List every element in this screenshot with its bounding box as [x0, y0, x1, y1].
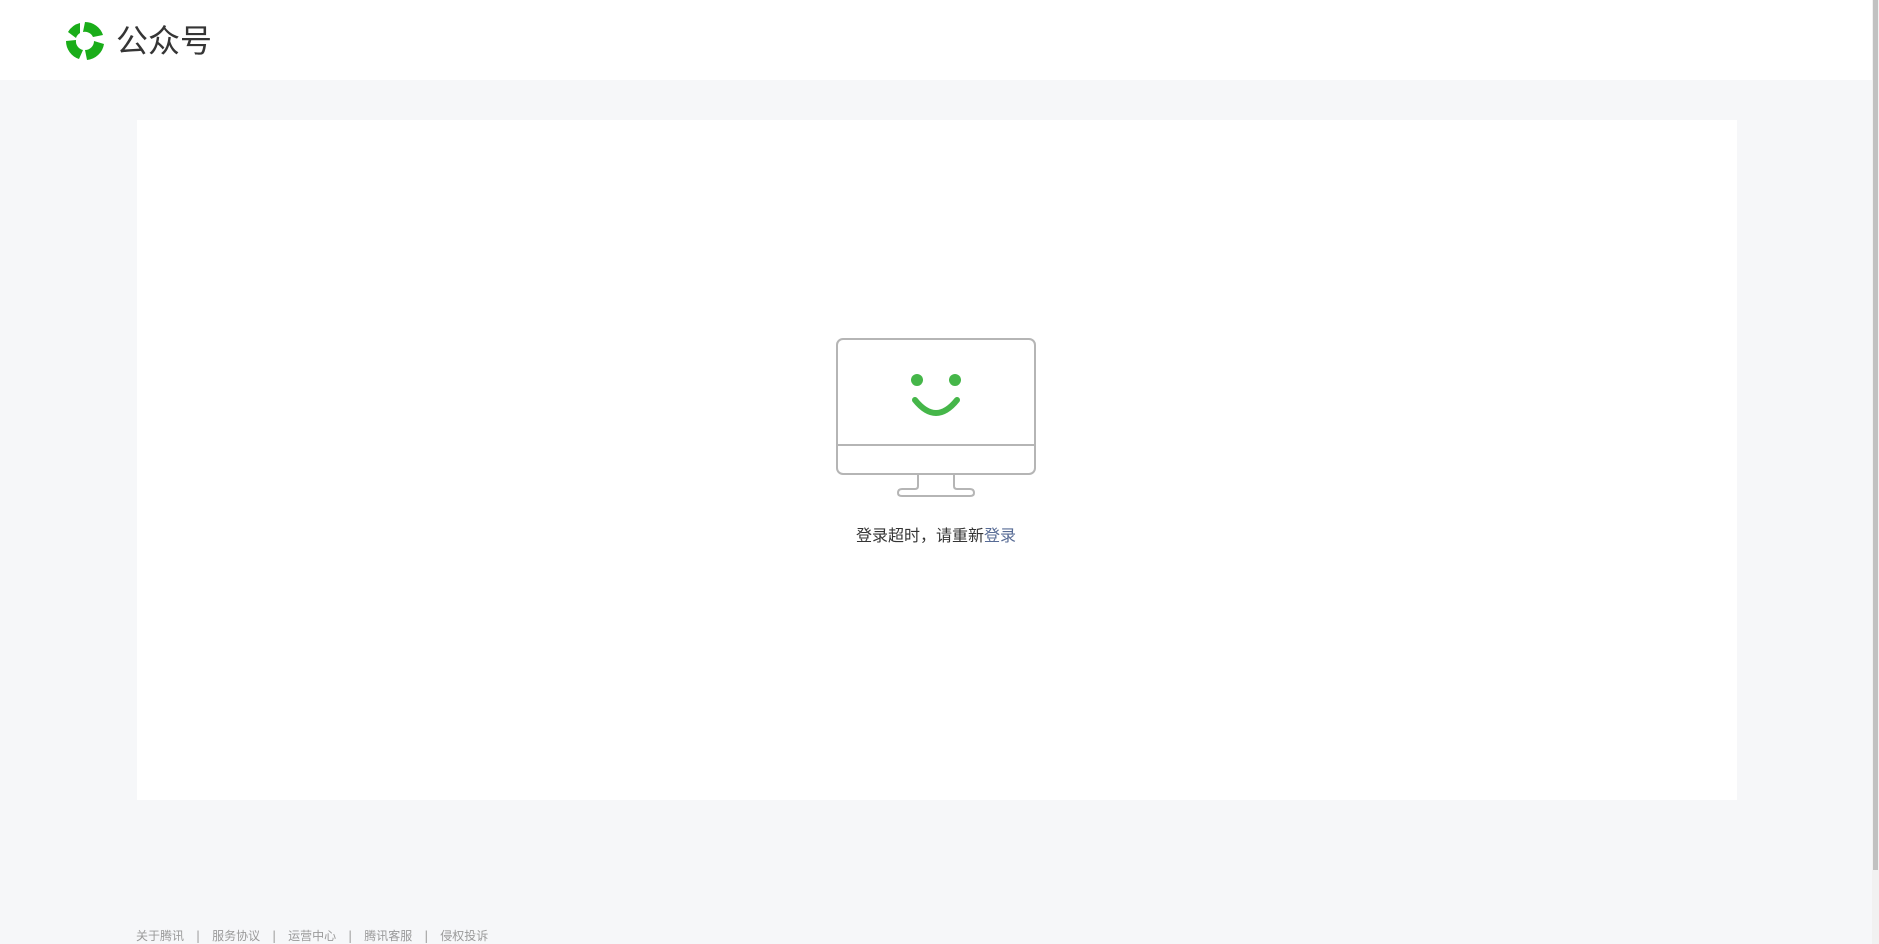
- footer-link-infringement-complaint[interactable]: 侵权投诉: [440, 929, 488, 943]
- login-timeout-message: 登录超时，请重新登录: [0, 524, 1872, 548]
- footer-separator: |: [196, 929, 201, 943]
- footer-separator: |: [348, 929, 353, 943]
- footer-link-operations-center[interactable]: 运营中心: [288, 929, 336, 943]
- top-header: 公众号: [0, 0, 1872, 80]
- footer-separator: |: [272, 929, 277, 943]
- footer-link-customer-service[interactable]: 腾讯客服: [364, 929, 412, 943]
- scrollbar-thumb[interactable]: [1873, 0, 1878, 870]
- footer-separator: |: [424, 929, 429, 943]
- login-link[interactable]: 登录: [984, 526, 1016, 545]
- footer-link-service-agreement[interactable]: 服务协议: [212, 929, 260, 943]
- footer-link-about-tencent[interactable]: 关于腾讯: [136, 929, 184, 943]
- smiling-monitor-icon: [836, 338, 1036, 497]
- timeout-text: 登录超时，请重新: [855, 526, 984, 545]
- wechat-official-account-logo-icon[interactable]: [63, 19, 107, 63]
- brand-title[interactable]: 公众号: [116, 20, 212, 62]
- vertical-scrollbar[interactable]: [1872, 0, 1879, 944]
- footer-links: 关于腾讯 | 服务协议 | 运营中心 | 腾讯客服 | 侵权投诉: [136, 928, 488, 944]
